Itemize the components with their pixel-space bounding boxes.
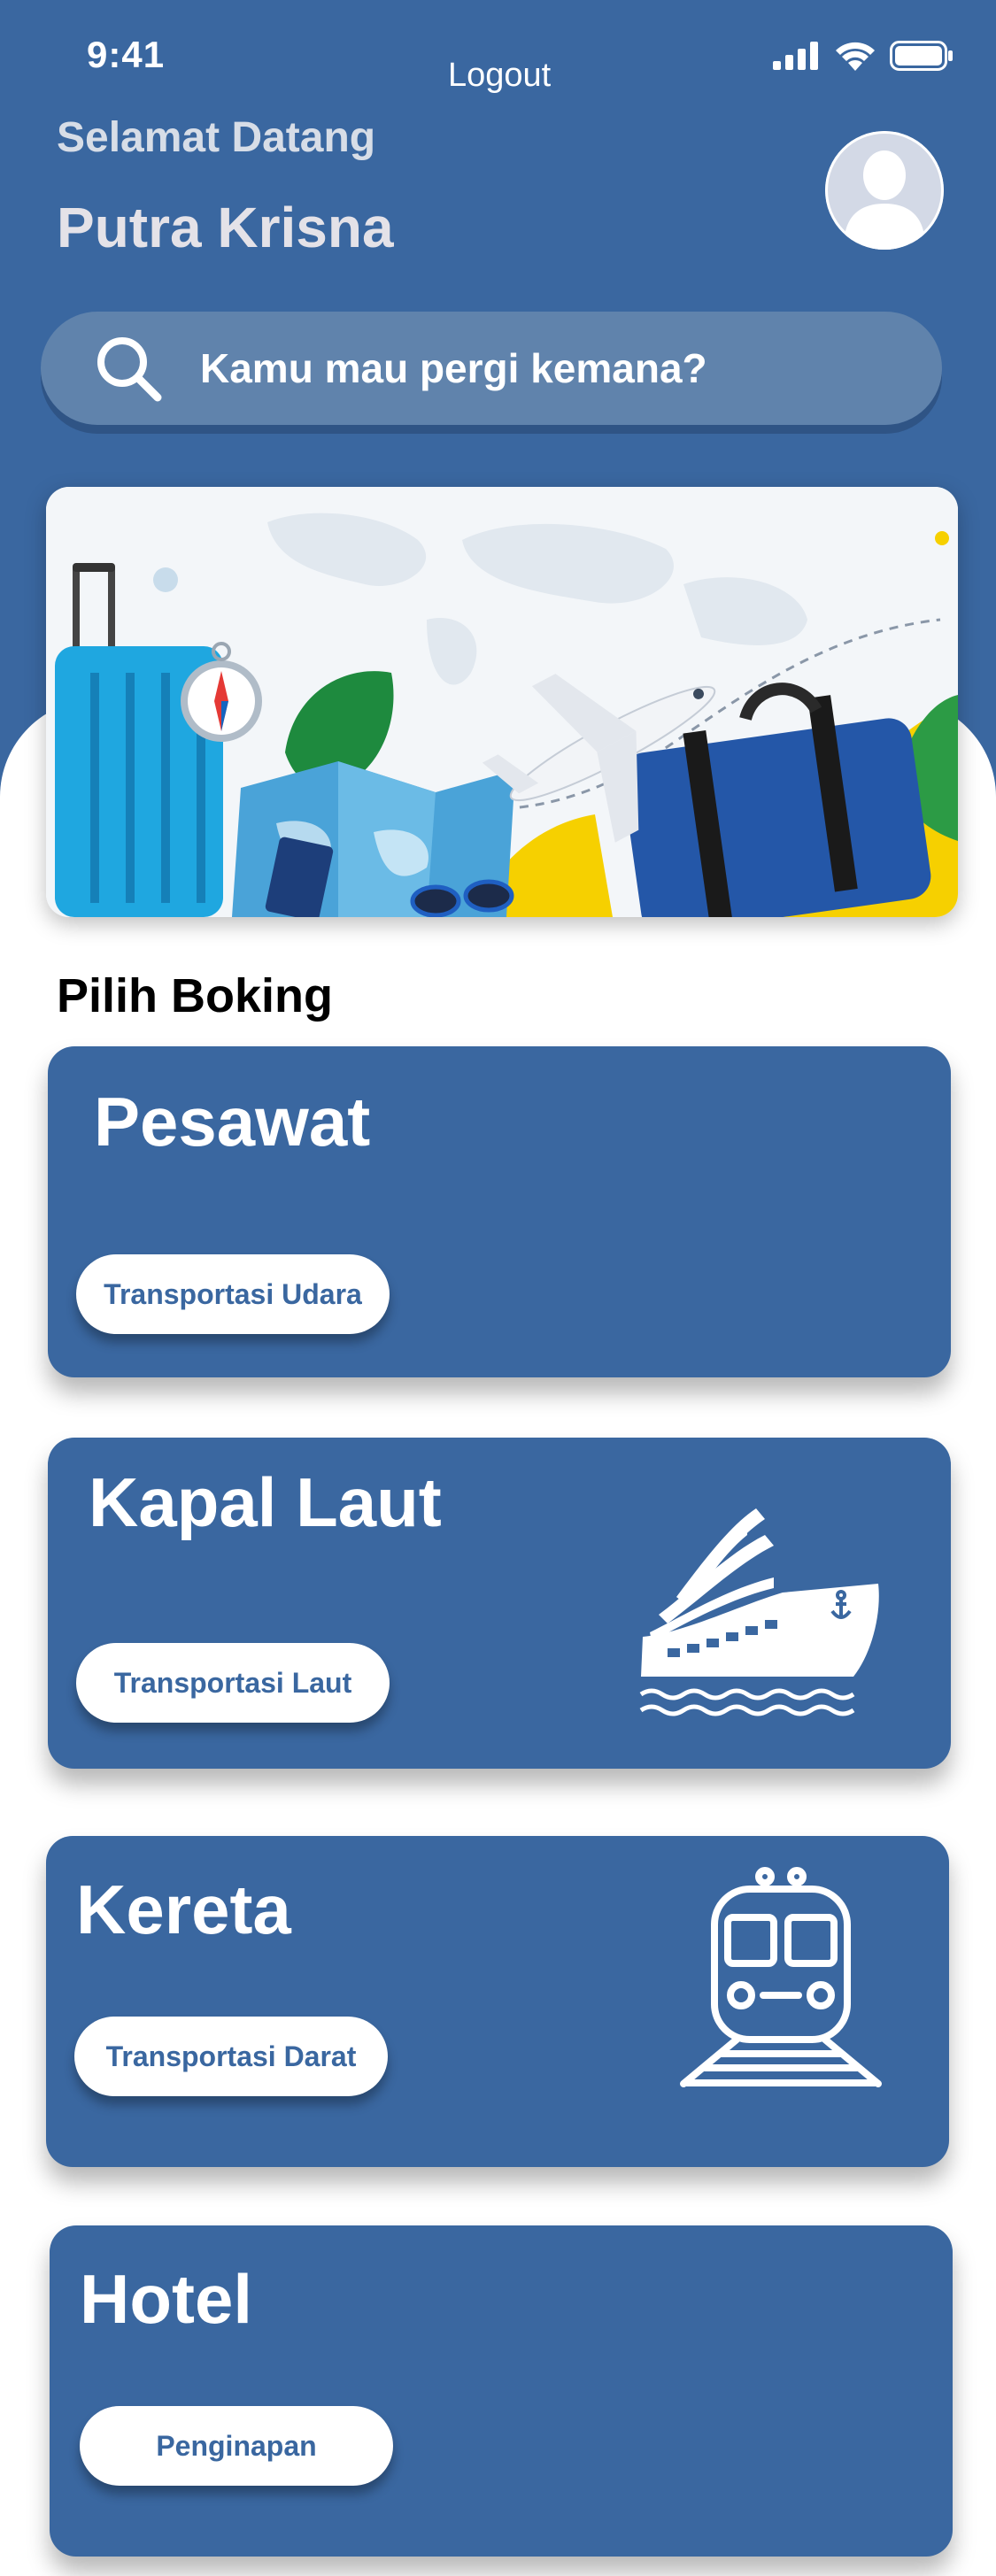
section-title: Pilih Boking (57, 969, 334, 1022)
user-name: Putra Krisna (57, 196, 394, 259)
ship-icon (639, 1508, 879, 1716)
greeting-text: Selamat Datang (57, 114, 376, 161)
transportasi-darat-button[interactable]: Transportasi Darat (74, 2017, 388, 2096)
card-kereta[interactable]: Kereta Transportasi Darat (46, 1836, 949, 2167)
card-title: Pesawat (94, 1083, 371, 1161)
search-input[interactable] (198, 343, 910, 393)
signal-icon (773, 42, 818, 70)
travel-banner-image (46, 487, 958, 917)
transportasi-udara-button[interactable]: Transportasi Udara (76, 1254, 390, 1334)
status-icons (773, 41, 954, 71)
train-icon (680, 1867, 882, 2087)
avatar[interactable] (825, 131, 944, 250)
wifi-icon (836, 42, 875, 71)
transportasi-laut-button[interactable]: Transportasi Laut (76, 1643, 390, 1723)
card-title: Kereta (76, 1870, 291, 1948)
search-icon (97, 337, 162, 402)
user-avatar-icon (825, 131, 944, 250)
logout-button[interactable]: Logout (448, 57, 551, 95)
battery-icon (890, 41, 953, 71)
search-bar[interactable] (41, 312, 942, 425)
card-title: Hotel (80, 2260, 252, 2338)
penginapan-button[interactable]: Penginapan (80, 2406, 393, 2486)
travel-banner[interactable] (46, 487, 958, 917)
card-kapal-laut[interactable]: Kapal Laut Transportasi Laut (48, 1438, 951, 1769)
card-hotel[interactable]: Hotel Penginapan (50, 2225, 953, 2557)
status-time: 9:41 (87, 34, 166, 75)
card-pesawat[interactable]: Pesawat Transportasi Udara (48, 1046, 951, 1377)
card-title: Kapal Laut (89, 1463, 442, 1541)
